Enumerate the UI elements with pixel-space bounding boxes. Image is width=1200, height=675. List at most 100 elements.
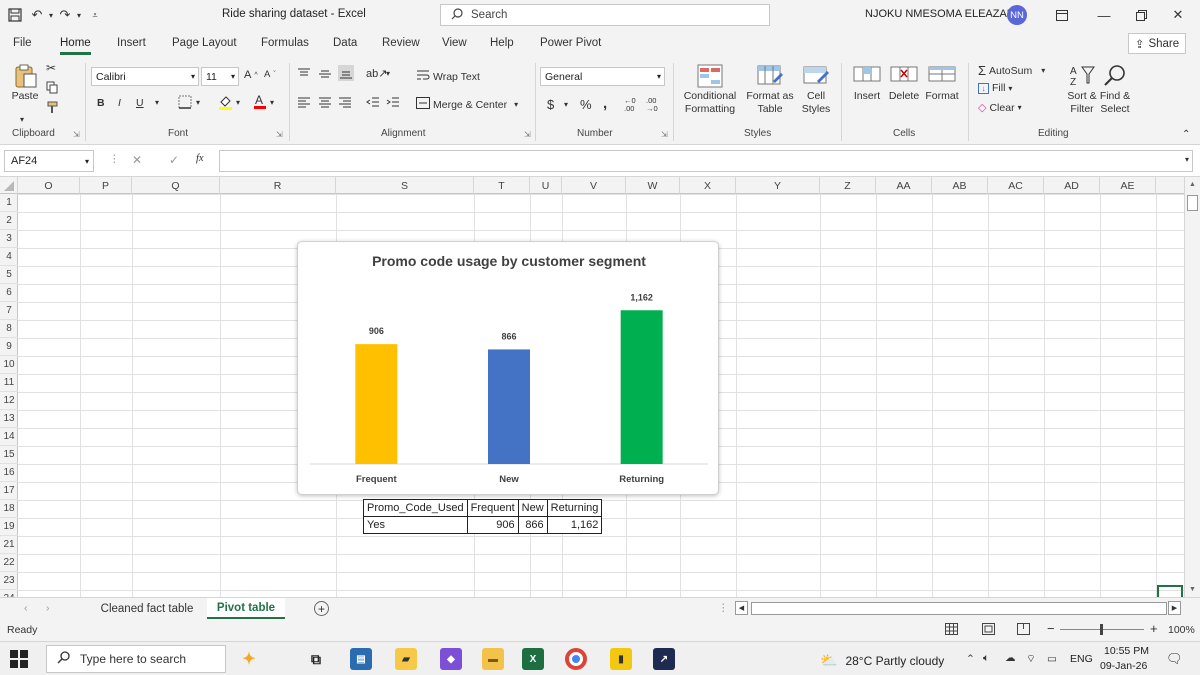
font-color-dropdown-icon[interactable]: ▾ bbox=[270, 98, 274, 107]
bar-returning[interactable] bbox=[620, 310, 663, 464]
number-dialog-launcher-icon[interactable]: ⇲ bbox=[661, 130, 668, 139]
conditional-formatting-button[interactable]: Conditional Formatting bbox=[679, 63, 741, 116]
underline-dropdown-icon[interactable]: ▾ bbox=[155, 98, 159, 107]
column-header[interactable]: T bbox=[474, 177, 530, 194]
font-dialog-launcher-icon[interactable]: ⇲ bbox=[276, 130, 283, 139]
insert-cells-button[interactable]: Insert bbox=[850, 63, 884, 103]
format-as-table-button[interactable]: Format as Table bbox=[746, 63, 794, 116]
orientation-icon[interactable]: ab↗ bbox=[366, 67, 387, 80]
next-sheet-icon[interactable]: › bbox=[46, 602, 50, 614]
pivot-value-cell[interactable]: 866 bbox=[517, 516, 548, 534]
share-button[interactable]: ⇪ Share bbox=[1128, 33, 1186, 54]
power-bi-icon[interactable]: ▮ bbox=[610, 648, 632, 670]
row-header[interactable]: 17 bbox=[0, 482, 18, 500]
pivot-value-cell[interactable]: 1,162 bbox=[546, 516, 603, 534]
chart-object[interactable]: Promo code usage by customer segment 906 F… bbox=[297, 241, 719, 495]
alignment-dialog-launcher-icon[interactable]: ⇲ bbox=[524, 130, 531, 139]
volume-icon[interactable]: 🔈︎ bbox=[983, 652, 989, 665]
sheet-tab-pivot-table[interactable]: Pivot table bbox=[207, 598, 285, 619]
scroll-thumb[interactable] bbox=[1187, 195, 1198, 211]
select-all-corner[interactable] bbox=[0, 177, 18, 194]
ribbon-display-icon[interactable] bbox=[1048, 5, 1076, 25]
tab-review[interactable]: Review bbox=[382, 37, 420, 49]
show-hidden-icons-icon[interactable]: ⌃ bbox=[966, 653, 975, 665]
bar-frequent[interactable] bbox=[355, 344, 398, 464]
copilot-icon[interactable]: ✦ bbox=[238, 648, 260, 670]
font-color-icon[interactable]: A bbox=[253, 93, 267, 109]
chart-app-icon[interactable]: ↗ bbox=[653, 648, 675, 670]
chrome-icon[interactable] bbox=[565, 648, 587, 670]
column-header[interactable]: AE bbox=[1100, 177, 1156, 194]
save-icon[interactable] bbox=[4, 4, 26, 26]
tab-view[interactable]: View bbox=[442, 37, 467, 49]
bold-icon[interactable]: B bbox=[97, 97, 105, 109]
column-header[interactable]: Z bbox=[820, 177, 876, 194]
column-header[interactable]: X bbox=[680, 177, 736, 194]
column-header[interactable]: P bbox=[80, 177, 132, 194]
tab-insert[interactable]: Insert bbox=[117, 37, 146, 49]
pivot-row-label[interactable]: Yes bbox=[363, 516, 468, 534]
column-header[interactable]: U bbox=[530, 177, 562, 194]
cancel-entry-icon[interactable]: ✕ bbox=[132, 153, 142, 167]
tab-power-pivot[interactable]: Power Pivot bbox=[540, 37, 601, 49]
bar-new[interactable] bbox=[488, 349, 530, 464]
cell-styles-button[interactable]: Cell Styles bbox=[796, 63, 836, 116]
row-header[interactable]: 11 bbox=[0, 374, 18, 392]
paste-dropdown-icon[interactable]: ▾ bbox=[20, 115, 24, 124]
more-options-icon[interactable]: ⋮ bbox=[109, 153, 120, 165]
row-header[interactable]: 23 bbox=[0, 572, 18, 590]
column-header[interactable]: O bbox=[18, 177, 80, 194]
column-header[interactable]: Q bbox=[132, 177, 220, 194]
previous-sheet-icon[interactable]: ‹ bbox=[24, 602, 28, 614]
copy-icon[interactable] bbox=[46, 81, 59, 94]
restore-icon[interactable] bbox=[1127, 5, 1155, 25]
row-header[interactable]: 19 bbox=[0, 518, 18, 536]
paste-button[interactable]: Paste bbox=[10, 63, 40, 103]
add-sheet-icon[interactable]: + bbox=[314, 601, 329, 616]
currency-icon[interactable]: $ bbox=[547, 97, 554, 112]
decrease-font-size-icon[interactable]: Aˇ bbox=[264, 69, 276, 80]
excel-app-icon[interactable]: X bbox=[522, 648, 544, 670]
align-bottom-icon[interactable] bbox=[338, 65, 354, 81]
user-avatar[interactable]: NN bbox=[1007, 5, 1027, 25]
row-header[interactable]: 3 bbox=[0, 230, 18, 248]
file-explorer-icon[interactable]: ▬ bbox=[482, 648, 504, 670]
row-header[interactable]: 6 bbox=[0, 284, 18, 302]
borders-dropdown-icon[interactable]: ▾ bbox=[196, 98, 200, 107]
row-header[interactable]: 1 bbox=[0, 194, 18, 212]
column-header[interactable]: AB bbox=[932, 177, 988, 194]
row-header[interactable]: 8 bbox=[0, 320, 18, 338]
normal-view-icon[interactable] bbox=[945, 623, 958, 635]
increase-decimal-icon[interactable]: ←0.00 bbox=[624, 97, 636, 113]
delete-cells-button[interactable]: Delete bbox=[887, 63, 921, 103]
sticky-notes-icon[interactable]: ▰ bbox=[395, 648, 417, 670]
row-header[interactable]: 12 bbox=[0, 392, 18, 410]
language-indicator[interactable]: ENG bbox=[1070, 653, 1093, 665]
search-box[interactable]: Search bbox=[440, 4, 770, 26]
font-name-select[interactable]: Calibri ▾ bbox=[91, 67, 199, 86]
row-header[interactable]: 14 bbox=[0, 428, 18, 446]
column-header[interactable]: W bbox=[626, 177, 680, 194]
decrease-indent-icon[interactable] bbox=[366, 97, 380, 109]
currency-dropdown-icon[interactable]: ▾ bbox=[564, 100, 568, 109]
font-size-select[interactable]: 11 ▾ bbox=[201, 67, 239, 86]
task-view-icon[interactable]: ⧉ bbox=[305, 648, 327, 670]
align-top-icon[interactable] bbox=[297, 67, 311, 81]
insert-function-icon[interactable]: fx bbox=[196, 153, 204, 164]
row-header[interactable]: 24 bbox=[0, 590, 18, 597]
tab-formulas[interactable]: Formulas bbox=[261, 37, 309, 49]
zoom-in-icon[interactable]: + bbox=[1150, 621, 1158, 636]
row-header[interactable]: 21 bbox=[0, 536, 18, 554]
italic-icon[interactable]: I bbox=[118, 97, 121, 109]
format-cells-button[interactable]: Format bbox=[923, 63, 961, 103]
page-layout-view-icon[interactable] bbox=[982, 623, 995, 635]
wifi-icon[interactable]: ⌔ bbox=[1026, 652, 1036, 666]
sheet-tab-cleaned-fact-table[interactable]: Cleaned fact table bbox=[92, 598, 202, 619]
align-right-icon[interactable] bbox=[338, 97, 352, 109]
tab-data[interactable]: Data bbox=[333, 37, 357, 49]
page-break-preview-icon[interactable] bbox=[1017, 623, 1030, 635]
row-header[interactable]: 22 bbox=[0, 554, 18, 572]
borders-icon[interactable] bbox=[178, 95, 192, 109]
row-header[interactable]: 5 bbox=[0, 266, 18, 284]
pivot-value-cell[interactable]: 906 bbox=[466, 516, 519, 534]
